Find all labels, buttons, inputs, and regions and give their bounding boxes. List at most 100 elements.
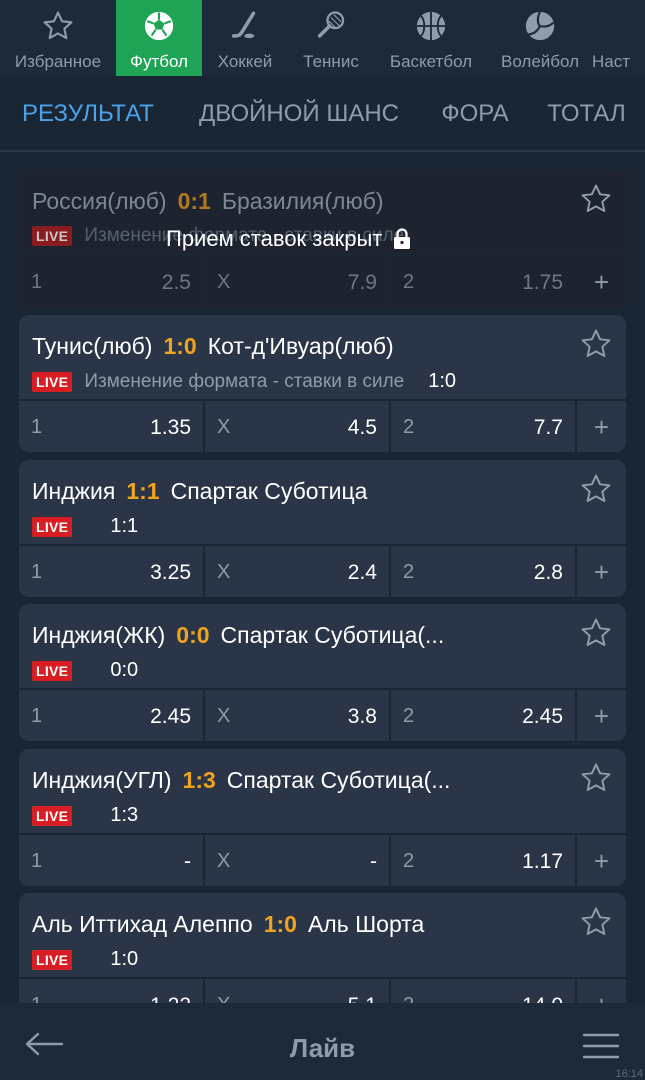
tab-result[interactable]: РЕЗУЛЬТАТ <box>0 76 176 150</box>
home-team: Инджия(УГЛ) <box>32 767 172 793</box>
favorite-star-icon[interactable] <box>579 182 613 216</box>
odds-cell[interactable]: X 4.5 <box>205 401 391 452</box>
tab-handicap[interactable]: ФОРА <box>422 76 528 150</box>
match-card[interactable]: Инджия(УГЛ) 1:3 Спартак Суботица(... LIVE 1:… <box>19 749 626 886</box>
odds-outcome: 1 <box>31 561 43 583</box>
match-score: 0:0 <box>176 622 210 648</box>
sport-item-tennis[interactable]: Теннис <box>288 0 374 76</box>
home-team: Инджия <box>32 478 116 504</box>
lock-icon <box>392 228 412 250</box>
more-markets-button[interactable]: + <box>577 690 626 741</box>
favorite-star-icon[interactable] <box>579 905 613 939</box>
favorite-star-icon[interactable] <box>579 616 613 650</box>
odds-cell[interactable]: X 3.8 <box>205 690 391 741</box>
menu-icon[interactable] <box>583 1032 619 1060</box>
match-card[interactable]: Аль Иттихад Алеппо1:0Аль Шорта LIVE 1:0 11.… <box>19 893 626 1003</box>
bottom-bar: Лайв 16:14 <box>0 1003 645 1080</box>
match-teams: Инджия(ЖК) 0:0 Спартак Суботица(... <box>32 622 444 649</box>
odds-value: 1.35 <box>150 415 191 439</box>
bets-closed-text: Прием ставок закрыт <box>166 226 383 251</box>
match-score: 1:3 <box>182 767 216 793</box>
away-team: Аль Шорта <box>307 911 425 937</box>
live-score: 1:0 <box>110 948 139 970</box>
odds-value: 3.8 <box>347 704 377 728</box>
live-badge: LIVE <box>32 949 73 970</box>
sport-item-settings[interactable]: Наст <box>592 0 645 76</box>
odds-outcome: 2 <box>403 850 415 872</box>
match-teams: Аль Иттихад Алеппо 1:0 Аль Шорта <box>32 911 424 938</box>
odds-outcome: 2 <box>403 561 415 583</box>
odds-outcome: X <box>217 561 231 583</box>
live-badge: LIVE <box>32 516 73 537</box>
volleyball-icon <box>523 9 557 43</box>
odds-cell[interactable]: 1 2.45 <box>19 690 205 741</box>
odds-row: 1- X -2 1.17 + <box>19 833 626 886</box>
clock: 16:14 <box>615 1068 643 1080</box>
match-status: LIVE Изменение формата - ставки в силе 1:0 <box>32 370 456 393</box>
odds-cell[interactable]: X- <box>205 835 391 886</box>
tab-double-chance[interactable]: ДВОЙНОЙ ШАНС <box>176 76 422 150</box>
sport-label: Избранное <box>14 52 102 71</box>
odds-cell[interactable]: 1- <box>19 835 205 886</box>
odds-value: 7.9 <box>347 270 377 294</box>
more-markets-button[interactable]: + <box>577 979 626 1003</box>
odds-outcome: 2 <box>403 271 415 293</box>
more-markets-button[interactable]: + <box>577 835 626 886</box>
odds-cell[interactable]: 11.22 <box>19 979 205 1003</box>
odds-cell[interactable]: 2 2.45 <box>391 690 577 741</box>
odds-cell[interactable]: 2 1.75 <box>391 256 577 307</box>
odds-outcome: X <box>217 705 231 727</box>
odds-value: 1.75 <box>522 270 563 294</box>
status-text: Изменение формата - ставки в силе <box>84 370 405 392</box>
market-tabs: РЕЗУЛЬТАТ ДВОЙНОЙ ШАНС ФОРА ТОТАЛ <box>0 76 645 152</box>
live-badge: LIVE <box>32 805 73 826</box>
match-teams: Тунис(люб) 1:0 Кот-д'Ивуар(люб) <box>32 333 394 360</box>
more-markets-button[interactable]: + <box>577 256 626 307</box>
live-badge: LIVE <box>32 371 73 392</box>
odds-outcome: 1 <box>31 271 43 293</box>
match-card[interactable]: Тунис(люб) 1:0 Кот-д'Ивуар(люб) LIVE Изменен… <box>19 315 626 452</box>
more-markets-button[interactable]: + <box>577 546 626 597</box>
odds-cell[interactable]: 214.0 <box>391 979 577 1003</box>
star-icon <box>41 9 75 43</box>
sport-item-favorites[interactable]: Избранное <box>0 0 116 76</box>
odds-cell[interactable]: 2 2.8 <box>391 546 577 597</box>
match-card[interactable]: Инджия(ЖК) 0:0 Спартак Суботица(... LIVE 0:0… <box>19 604 626 741</box>
odds-cell[interactable]: 1 2.5 <box>19 256 205 307</box>
match-score: 1:1 <box>126 478 160 504</box>
sport-item-football[interactable]: Футбол <box>116 0 202 76</box>
odds-row: 11.22X5.1214.0+ <box>19 977 626 1003</box>
odds-outcome: 1 <box>31 705 43 727</box>
odds-cell[interactable]: X 2.4 <box>205 546 391 597</box>
match-score: 1:0 <box>163 333 197 359</box>
more-markets-button[interactable]: + <box>577 401 626 452</box>
odds-value: 2.5 <box>161 270 191 294</box>
match-score: 0:1 <box>177 188 211 214</box>
odds-cell[interactable]: 2 7.7 <box>391 401 577 452</box>
away-team: Спартак Суботица <box>170 478 368 504</box>
sport-item-hockey[interactable]: Хоккей <box>202 0 288 76</box>
tab-total[interactable]: ТОТАЛ <box>528 76 645 150</box>
odds-cell[interactable]: 1 3.25 <box>19 546 205 597</box>
odds-row: 1 1.35 X 4.5 2 7.7 + <box>19 399 626 452</box>
odds-row: 1 2.5 X 7.9 2 1.75 + <box>19 254 626 307</box>
match-teams: Инджия 1:1 Спартак Суботица <box>32 478 367 505</box>
match-teams: Инджия(УГЛ) 1:3 Спартак Суботица(... <box>32 767 450 794</box>
match-card[interactable]: Инджия 1:1 Спартак Суботица LIVE 1:1 1 3.25 X 2.… <box>19 460 626 597</box>
odds-cell[interactable]: X 7.9 <box>205 256 391 307</box>
favorite-star-icon[interactable] <box>579 761 613 795</box>
favorite-star-icon[interactable] <box>579 472 613 506</box>
page-title: Лайв <box>289 1033 356 1063</box>
odds-cell[interactable]: X 5.1 <box>205 979 391 1003</box>
sport-item-basketball[interactable]: Баскетбол <box>374 0 488 76</box>
odds-cell[interactable]: 2 1.17 <box>391 835 577 886</box>
match-card[interactable]: Россия(люб) 0:1 Бразилия(люб) LIVE Изменение… <box>19 170 626 307</box>
match-status: LIVE 1:1 <box>32 515 138 538</box>
odds-cell[interactable]: 1 1.35 <box>19 401 205 452</box>
sport-item-volleyball[interactable]: Волейбол <box>488 0 592 76</box>
sports-bar: Избранное Футбол Хоккей Теннис Баскетбол… <box>0 0 645 76</box>
home-team: Инджия(ЖК) <box>32 622 166 648</box>
odds-row: 1 3.25 X 2.4 2 2.8 + <box>19 544 626 597</box>
sport-label: Баскетбол <box>389 52 473 71</box>
favorite-star-icon[interactable] <box>579 327 613 361</box>
